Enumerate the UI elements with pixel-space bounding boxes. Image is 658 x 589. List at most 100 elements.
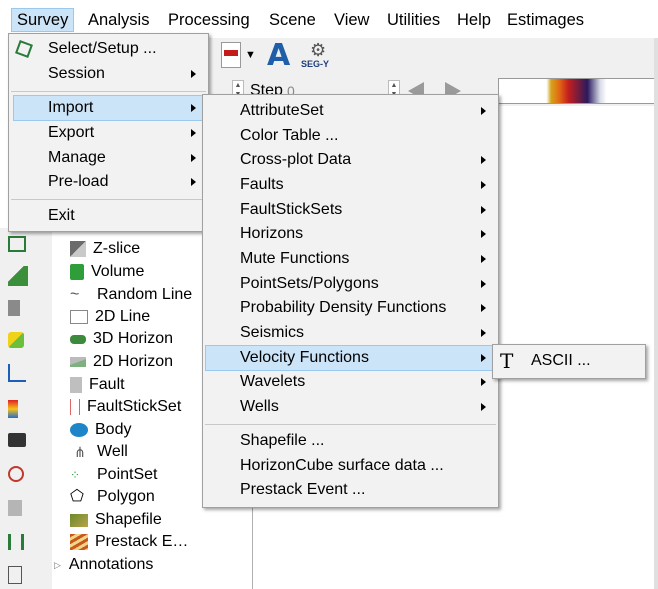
- tree-item-pointset[interactable]: ⁘ PointSet: [70, 464, 157, 486]
- chevron-down-icon[interactable]: ▼: [245, 49, 256, 61]
- tree-item-prestack-event[interactable]: Prestack E…: [70, 531, 188, 553]
- menu-scene[interactable]: Scene: [269, 9, 316, 31]
- menu-item-seismics[interactable]: Seismics: [205, 321, 496, 345]
- setup-icon: [15, 40, 33, 58]
- tree-item-shapefile[interactable]: Shapefile: [70, 509, 162, 531]
- chevron-right-icon: [481, 304, 486, 312]
- menu-item-label: Pre-load: [48, 173, 109, 190]
- colorbar-icon[interactable]: [8, 400, 18, 418]
- cube-icon: [70, 264, 84, 280]
- menu-item-select-setup[interactable]: Select/Setup ...: [11, 37, 206, 61]
- menu-processing[interactable]: Processing: [168, 9, 250, 31]
- menu-item-horizons[interactable]: Horizons: [205, 222, 496, 246]
- menu-item-session[interactable]: Session: [11, 62, 206, 86]
- menu-item-wells[interactable]: Wells: [205, 395, 496, 419]
- trash-icon[interactable]: [8, 500, 22, 516]
- tree-item-2d-line[interactable]: 2D Line: [70, 306, 150, 328]
- segy-icon[interactable]: ⚙ SEG-Y: [301, 40, 337, 70]
- tree-item-2d-horizon[interactable]: 2D Horizon: [70, 351, 173, 373]
- scrollbar[interactable]: [654, 0, 658, 589]
- menu-item-manage[interactable]: Manage: [11, 146, 206, 170]
- menu-item-ascii[interactable]: T ASCII ...: [495, 349, 643, 373]
- menu-item-label: Exit: [48, 207, 75, 224]
- tree-item-faultstickset[interactable]: FaultStickSet: [70, 396, 181, 418]
- notes-icon[interactable]: [8, 566, 22, 584]
- menu-item-label: Import: [48, 99, 94, 116]
- menu-item-label: Horizons: [240, 225, 304, 242]
- tree-item-random-line[interactable]: ~ Random Line: [70, 284, 192, 306]
- tree-item-3d-horizon[interactable]: 3D Horizon: [70, 328, 173, 350]
- menu-item-wavelets[interactable]: Wavelets: [205, 370, 496, 394]
- menu-item-exit[interactable]: Exit: [11, 204, 206, 228]
- tree-item-label: Body: [95, 421, 132, 438]
- crossline-icon[interactable]: [8, 236, 26, 252]
- pencil-icon[interactable]: [8, 332, 24, 348]
- tree-item-label: Random Line: [97, 286, 193, 303]
- tree-item-label: 3D Horizon: [93, 330, 174, 347]
- tree-item-well[interactable]: ⋔ Well: [70, 441, 128, 463]
- menu-item-label: Wavelets: [240, 373, 306, 390]
- tree-item-label: 2D Horizon: [93, 353, 174, 370]
- tree-item-fault[interactable]: Fault: [70, 374, 125, 396]
- menu-item-label: Select/Setup ...: [48, 40, 157, 57]
- pdf-export-icon[interactable]: [221, 42, 241, 68]
- menu-item-label: Mute Functions: [240, 250, 350, 267]
- chevron-right-icon: [191, 129, 196, 137]
- camera-icon[interactable]: [8, 433, 26, 447]
- gear-icon: ⚙: [310, 40, 327, 60]
- color-table-bar[interactable]: [498, 78, 658, 104]
- menu-item-label: Session: [48, 65, 105, 82]
- logo-a-icon[interactable]: A: [267, 38, 290, 73]
- menu-item-attributeset[interactable]: AttributeSet: [205, 99, 496, 123]
- menu-item-label: AttributeSet: [240, 102, 324, 119]
- menu-analysis[interactable]: Analysis: [88, 9, 149, 31]
- zslice-icon: [70, 241, 86, 257]
- menu-item-preload[interactable]: Pre-load: [11, 170, 206, 194]
- fault-icon: [70, 377, 82, 393]
- menu-item-label: Shapefile ...: [240, 432, 325, 449]
- shapefile-icon: [70, 513, 88, 527]
- menu-view[interactable]: View: [334, 9, 369, 31]
- cube-icon[interactable]: [8, 300, 20, 316]
- menu-item-faults[interactable]: Faults: [205, 173, 496, 197]
- menu-separator: [11, 199, 206, 200]
- menu-item-label: Export: [48, 124, 95, 141]
- menu-item-velocity-functions[interactable]: Velocity Functions: [205, 345, 496, 371]
- tree-item-volume[interactable]: Volume: [70, 261, 144, 283]
- tree-item-label: Volume: [91, 263, 145, 280]
- tree-item-z-slice[interactable]: Z-slice: [70, 238, 140, 260]
- chevron-right-icon: [481, 403, 486, 411]
- chevron-right-icon: [481, 378, 486, 386]
- tree-item-body[interactable]: Body: [70, 419, 131, 441]
- lasso-icon[interactable]: [8, 466, 24, 482]
- menu-utilities[interactable]: Utilities: [387, 9, 440, 31]
- text-t-icon: T: [500, 349, 514, 373]
- menu-item-pointsets-polygons[interactable]: PointSets/Polygons: [205, 272, 496, 296]
- menu-item-horizoncube-surface-data[interactable]: HorizonCube surface data ...: [205, 454, 496, 478]
- tree-item-label: FaultStickSet: [87, 398, 182, 415]
- menu-survey[interactable]: Survey: [11, 8, 75, 32]
- menu-item-cross-plot-data[interactable]: Cross-plot Data: [205, 148, 496, 172]
- slice-icon[interactable]: [8, 266, 28, 286]
- menu-item-import[interactable]: Import: [13, 95, 206, 121]
- tree-item-label: PointSet: [97, 466, 158, 483]
- random-line-icon: ~: [70, 286, 80, 303]
- menu-item-faultsticksets[interactable]: FaultStickSets: [205, 198, 496, 222]
- h-icon[interactable]: [8, 534, 24, 550]
- menu-help[interactable]: Help: [457, 9, 491, 31]
- menu-item-shapefile[interactable]: Shapefile ...: [205, 429, 496, 453]
- menu-item-color-table[interactable]: Color Table ...: [205, 124, 496, 148]
- chevron-right-icon[interactable]: ▷: [54, 560, 61, 571]
- chevron-right-icon: [481, 156, 486, 164]
- menu-item-probability-density-functions[interactable]: Probability Density Functions: [205, 296, 496, 320]
- tree-item-annotations[interactable]: ▷ Annotations: [54, 554, 153, 576]
- survey-menu: Select/Setup ... Session Import Export M…: [8, 33, 209, 232]
- tree-item-polygon[interactable]: ⬠ Polygon: [70, 486, 155, 508]
- menu-item-prestack-event[interactable]: Prestack Event ...: [205, 478, 496, 502]
- well-icon: ⋔: [74, 444, 86, 460]
- axes-icon[interactable]: [8, 364, 26, 382]
- menu-estimages[interactable]: Estimages: [507, 9, 584, 31]
- menu-item-mute-functions[interactable]: Mute Functions: [205, 247, 496, 271]
- menu-item-export[interactable]: Export: [11, 121, 206, 145]
- menu-item-label: Color Table ...: [240, 127, 339, 144]
